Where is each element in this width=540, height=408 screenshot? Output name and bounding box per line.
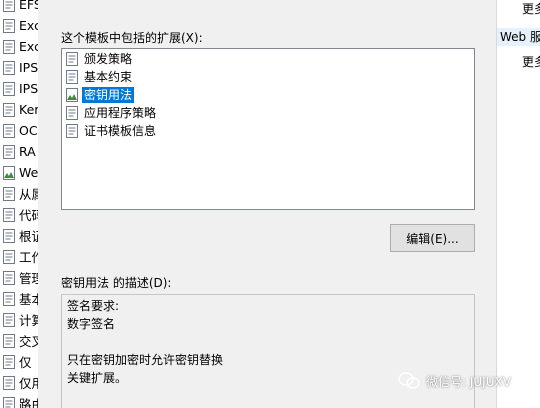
extension-icon: [64, 69, 80, 85]
extension-item-issuance-policies[interactable]: 颁发策略: [64, 50, 134, 68]
list-item[interactable]: 仅用: [0, 372, 38, 393]
description-line: 只在密钥加密时允许密钥替换: [67, 353, 224, 367]
wechat-icon: [398, 372, 420, 390]
list-item-label: 计算: [19, 313, 38, 328]
extension-label: 基本约束: [84, 70, 133, 84]
certificate-template-icon: [1, 228, 17, 244]
key-usage-extension-icon: [64, 87, 80, 103]
extensions-listbox[interactable]: 颁发策略 基本约束 密钥用法 应用程序策略 证书模板信息: [61, 48, 475, 210]
description-box[interactable]: 签名要求: 数字签名 只在密钥加密时允许密钥替换 关键扩展。: [61, 294, 475, 408]
list-item-label: 仅用: [19, 376, 38, 391]
certificate-template-icon: [1, 102, 17, 118]
list-item-label: OC: [19, 123, 38, 138]
certificate-template-icon: [1, 249, 17, 265]
extension-icon: [64, 105, 80, 121]
certificate-template-icon: [1, 60, 17, 76]
certificate-template-list[interactable]: EFS Exc Exc IPS IPS Ker OC RA We 从属 代码 根…: [0, 0, 38, 408]
list-item[interactable]: 管理: [0, 267, 38, 288]
description-label: 密钥用法 的描述(D):: [61, 276, 172, 290]
list-item[interactable]: 基本: [0, 288, 38, 309]
extensions-label: 这个模板中包括的扩展(X):: [61, 31, 203, 45]
list-item-label: 代码: [19, 208, 38, 223]
certificate-template-icon: [1, 270, 17, 286]
extension-icon: [64, 51, 80, 67]
list-item-label: RA: [19, 144, 36, 159]
list-item[interactable]: 路由: [0, 393, 38, 408]
list-item-label: 基本: [19, 292, 38, 307]
certificate-template-icon: [1, 354, 17, 370]
extension-item-application-policies[interactable]: 应用程序策略: [64, 104, 158, 122]
certificate-template-icon: [1, 396, 17, 408]
list-item[interactable]: 工作: [0, 246, 38, 267]
list-item[interactable]: 计算: [0, 309, 38, 330]
more-actions-link[interactable]: 更多: [522, 0, 540, 17]
list-item[interactable]: Exc: [0, 15, 38, 36]
list-item-label: EFS: [19, 0, 38, 12]
certificate-template-icon: [1, 333, 17, 349]
list-item[interactable]: OC: [0, 120, 38, 141]
list-item-label: 仅: [19, 355, 32, 370]
list-item-label: Ker: [19, 102, 38, 117]
certificate-template-icon: [1, 312, 17, 328]
description-line: 数字签名: [67, 317, 116, 331]
list-item-label: Exc: [19, 39, 38, 54]
list-item[interactable]: Exc: [0, 36, 38, 57]
edit-button[interactable]: 编辑(E)...: [390, 224, 475, 252]
extension-icon: [64, 123, 80, 139]
background-action-pane: 更多 Web 服 更多: [497, 0, 540, 408]
certificate-template-icon: [1, 81, 17, 97]
description-line: 签名要求:: [67, 299, 120, 313]
list-item-label: Exc: [19, 18, 38, 33]
description-line: [67, 333, 469, 351]
list-item-label: 路由: [19, 397, 38, 408]
list-item-label: 管理: [19, 271, 38, 286]
list-item[interactable]: 从属: [0, 183, 38, 204]
extension-label: 应用程序策略: [84, 106, 157, 120]
certificate-template-icon: [1, 165, 17, 181]
certificate-template-icon: [1, 375, 17, 391]
certificate-template-icon: [1, 0, 17, 13]
list-item[interactable]: IPS: [0, 78, 38, 99]
extensions-dialog: 这个模板中包括的扩展(X): 颁发策略 基本约束 密钥用法 应用程序策略 证书模…: [38, 0, 497, 408]
list-item-label: 交叉: [19, 334, 38, 349]
certificate-template-icon: [1, 18, 17, 34]
list-item[interactable]: EFS: [0, 0, 38, 15]
list-item-label: We: [19, 165, 38, 180]
list-item[interactable]: 交叉: [0, 330, 38, 351]
list-item-label: 从属: [19, 187, 38, 202]
list-item-label: 工作: [19, 250, 38, 265]
list-item[interactable]: Ker: [0, 99, 38, 120]
extension-item-basic-constraints[interactable]: 基本约束: [64, 68, 134, 86]
more-actions-link[interactable]: 更多: [522, 53, 540, 70]
web-server-item[interactable]: Web 服: [497, 28, 540, 46]
certificate-template-icon: [1, 207, 17, 223]
list-item[interactable]: 仅: [0, 351, 38, 372]
watermark-text: 微信号: JUJUXV: [426, 374, 511, 389]
wechat-watermark: 微信号: JUJUXV: [398, 372, 511, 390]
list-item[interactable]: 根证: [0, 225, 38, 246]
list-item-label: IPS: [19, 81, 38, 96]
extension-item-template-info[interactable]: 证书模板信息: [64, 122, 158, 140]
extension-item-key-usage[interactable]: 密钥用法: [64, 86, 135, 104]
list-item[interactable]: RA: [0, 141, 38, 162]
list-item[interactable]: We: [0, 162, 38, 183]
certificate-template-icon: [1, 291, 17, 307]
certificate-template-icon: [1, 186, 17, 202]
list-item-label: 根证: [19, 229, 38, 244]
extension-label: 颁发策略: [84, 52, 133, 66]
list-item[interactable]: IPS: [0, 57, 38, 78]
certificate-template-icon: [1, 144, 17, 160]
certificate-template-icon: [1, 39, 17, 55]
list-item[interactable]: 代码: [0, 204, 38, 225]
extension-label: 密钥用法: [82, 87, 135, 103]
certificate-template-icon: [1, 123, 17, 139]
extension-label: 证书模板信息: [84, 124, 157, 138]
list-item-label: IPS: [19, 60, 38, 75]
